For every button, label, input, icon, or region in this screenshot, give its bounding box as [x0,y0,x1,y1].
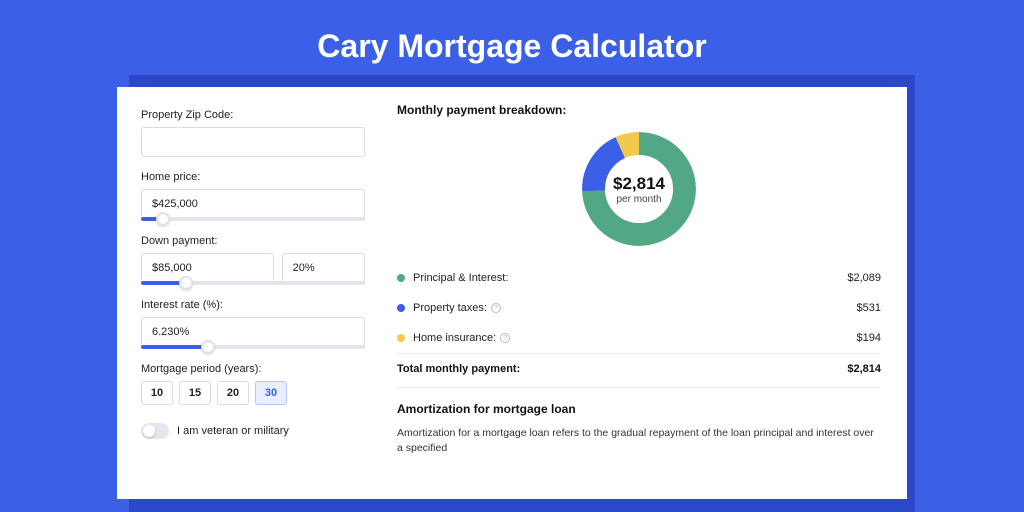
period-15-button[interactable]: 15 [179,381,211,405]
amortization-title: Amortization for mortgage loan [397,402,881,416]
dot-icon [397,274,405,282]
form-panel: Property Zip Code: Home price: Down paym… [117,87,385,499]
home-price-label: Home price: [141,171,365,183]
donut-total-sub: per month [616,194,661,205]
legend-row-taxes: Property taxes: ? $531 [397,293,881,323]
down-payment-pct-input[interactable] [282,253,365,283]
period-group: Mortgage period (years): 10 15 20 30 [141,363,365,405]
legend-principal-label: Principal & Interest: [413,272,508,284]
donut-chart: $2,814 per month [397,129,881,249]
info-icon[interactable]: ? [500,333,510,343]
total-value: $2,814 [847,363,881,375]
legend-insurance-label: Home insurance: [413,332,496,344]
amortization-text: Amortization for a mortgage loan refers … [397,426,881,456]
veteran-row: I am veteran or military [141,423,365,439]
veteran-label: I am veteran or military [177,425,289,437]
down-payment-group: Down payment: [141,235,365,285]
legend-row-insurance: Home insurance: ? $194 [397,323,881,353]
donut-center: $2,814 per month [579,129,699,249]
amortization-section: Amortization for mortgage loan Amortizat… [397,387,881,456]
zip-group: Property Zip Code: [141,109,365,157]
down-payment-label: Down payment: [141,235,365,247]
period-buttons: 10 15 20 30 [141,381,365,405]
legend-principal-value: $2,089 [847,272,881,284]
interest-group: Interest rate (%): [141,299,365,349]
card-body: Property Zip Code: Home price: Down paym… [117,87,907,499]
total-row: Total monthly payment: $2,814 [397,354,881,387]
legend: Principal & Interest: $2,089 Property ta… [397,263,881,354]
legend-taxes-label: Property taxes: [413,302,487,314]
interest-input[interactable] [141,317,365,347]
veteran-toggle[interactable] [141,423,169,439]
info-icon[interactable]: ? [491,303,501,313]
breakdown-panel: Monthly payment breakdown: $2,814 per mo… [385,87,907,499]
period-30-button[interactable]: 30 [255,381,287,405]
home-price-group: Home price: [141,171,365,221]
page-title: Cary Mortgage Calculator [0,0,1024,87]
home-price-input[interactable] [141,189,365,219]
legend-insurance-value: $194 [857,332,881,344]
down-payment-slider-thumb[interactable] [179,276,193,290]
period-label: Mortgage period (years): [141,363,365,375]
down-payment-slider[interactable] [141,281,365,285]
legend-row-principal: Principal & Interest: $2,089 [397,263,881,293]
home-price-slider[interactable] [141,217,365,221]
donut-total-value: $2,814 [613,174,665,194]
interest-label: Interest rate (%): [141,299,365,311]
interest-slider-thumb[interactable] [201,340,215,354]
total-label: Total monthly payment: [397,363,847,375]
calculator-card: Property Zip Code: Home price: Down paym… [117,87,907,499]
home-price-slider-thumb[interactable] [156,212,170,226]
down-payment-input[interactable] [141,253,274,283]
period-20-button[interactable]: 20 [217,381,249,405]
zip-input[interactable] [141,127,365,157]
dot-icon [397,334,405,342]
zip-label: Property Zip Code: [141,109,365,121]
interest-slider[interactable] [141,345,365,349]
dot-icon [397,304,405,312]
period-10-button[interactable]: 10 [141,381,173,405]
breakdown-title: Monthly payment breakdown: [397,103,881,117]
legend-taxes-value: $531 [857,302,881,314]
